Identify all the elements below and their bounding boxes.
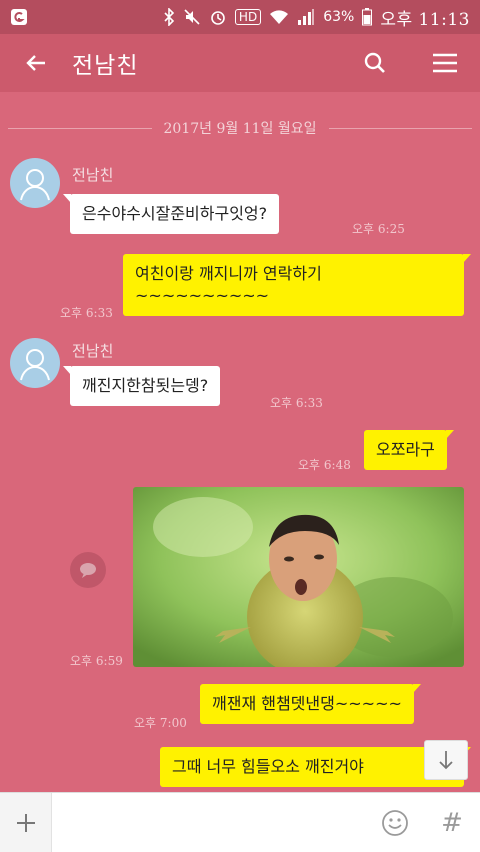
message-time: 오후 6:33 xyxy=(60,306,113,320)
alarm-icon xyxy=(209,8,227,26)
back-button[interactable] xyxy=(0,34,72,92)
message-bubble-outgoing[interactable]: 깨잰재 핸챔뎃낸댕~~~~~ xyxy=(200,684,421,724)
message-bubble-outgoing[interactable]: 그때 너무 힘들오소 깨진거야 xyxy=(160,747,471,787)
message-time: 오후 6:33 xyxy=(270,396,323,410)
default-profile-icon xyxy=(20,169,50,201)
hd-label: HD xyxy=(234,9,262,25)
speech-bubble-icon xyxy=(80,563,96,578)
search-icon xyxy=(364,52,385,73)
bluetooth-icon xyxy=(163,8,175,26)
message-input[interactable] xyxy=(52,792,366,852)
chat-title: 전남친 xyxy=(72,53,139,79)
arrow-left-icon xyxy=(26,55,45,71)
share-photo-button[interactable] xyxy=(70,552,106,588)
sender-name: 전남친 xyxy=(72,342,114,360)
message-input-bar: # xyxy=(0,792,480,852)
mute-icon xyxy=(183,8,201,26)
message-bubble-incoming[interactable]: 깨진지한참됫는뎅? xyxy=(62,366,221,406)
plus-icon xyxy=(16,813,35,832)
status-bar: HD 63% 오후 11:13 xyxy=(0,0,480,34)
message-time: 오후 6:25 xyxy=(352,222,405,236)
chat-header: 전남친 xyxy=(0,34,480,92)
menu-button[interactable] xyxy=(410,34,480,92)
arrow-down-icon xyxy=(439,751,453,770)
battery-percent: 63% xyxy=(323,9,355,25)
message-bubble-outgoing[interactable]: 오쪼라구 xyxy=(364,430,454,470)
hashtag-icon: # xyxy=(441,807,463,838)
message-time: 오후 6:59 xyxy=(70,654,123,668)
wifi-icon xyxy=(269,8,289,26)
message-bubble-outgoing[interactable]: 여친이랑 깨지니까 연락하기 ~~~~~~~~~~ xyxy=(123,254,471,316)
hamburger-menu-icon xyxy=(433,53,457,73)
sender-name: 전남친 xyxy=(72,166,114,184)
photo-message[interactable] xyxy=(133,487,464,667)
battery-icon xyxy=(362,8,373,26)
chat-area[interactable]: 2017년 9월 11일 월요일 전남친 은수야수시잘준비하구잇엉? 오후 6:… xyxy=(0,92,480,792)
hd-voice-icon: HD xyxy=(234,9,262,25)
avatar[interactable] xyxy=(10,338,60,388)
date-label: 2017년 9월 11일 월요일 xyxy=(163,121,317,137)
hashtag-search-button[interactable]: # xyxy=(424,792,480,852)
smiley-icon xyxy=(382,809,408,836)
signal-icon xyxy=(297,8,315,26)
avatar[interactable] xyxy=(10,158,60,208)
app-notification-icon xyxy=(10,8,28,26)
scroll-to-bottom-button[interactable] xyxy=(424,740,468,780)
default-profile-icon xyxy=(20,349,50,381)
message-time: 오후 7:00 xyxy=(134,716,187,730)
search-button[interactable] xyxy=(340,34,410,92)
emoticon-button[interactable] xyxy=(366,792,424,852)
clock: 오후 11:13 xyxy=(380,9,470,30)
meme-image xyxy=(133,487,464,667)
message-time: 오후 6:48 xyxy=(298,458,351,472)
message-bubble-incoming[interactable]: 은수야수시잘준비하구잇엉? xyxy=(62,194,280,234)
date-divider: 2017년 9월 11일 월요일 xyxy=(8,116,473,140)
attach-button[interactable] xyxy=(0,792,52,852)
